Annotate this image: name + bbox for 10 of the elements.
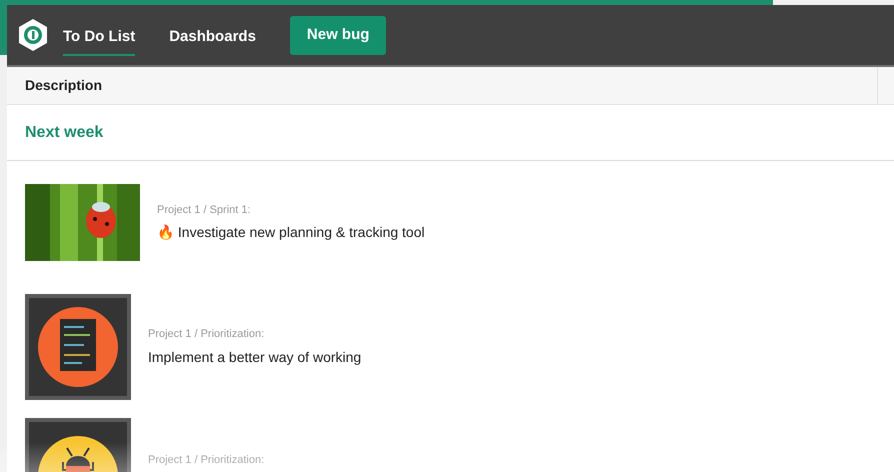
new-bug-button[interactable]: New bug: [290, 16, 386, 54]
app-logo-icon: [17, 18, 49, 52]
item-title[interactable]: Implement a better way of working: [148, 346, 362, 368]
item-path: Project 1 / Prioritization:: [148, 452, 264, 468]
item-path: Project 1 / Sprint 1:: [157, 202, 252, 218]
group-title: Next week: [24, 122, 104, 142]
item-path: Project 1 / Prioritization:: [148, 327, 266, 342]
nav-tab[interactable]: To Do List: [63, 20, 136, 56]
nav-tab[interactable]: Dashboards: [169, 20, 256, 56]
item-title[interactable]: 🔥 Investigate new planning & tracking tool: [157, 222, 425, 244]
